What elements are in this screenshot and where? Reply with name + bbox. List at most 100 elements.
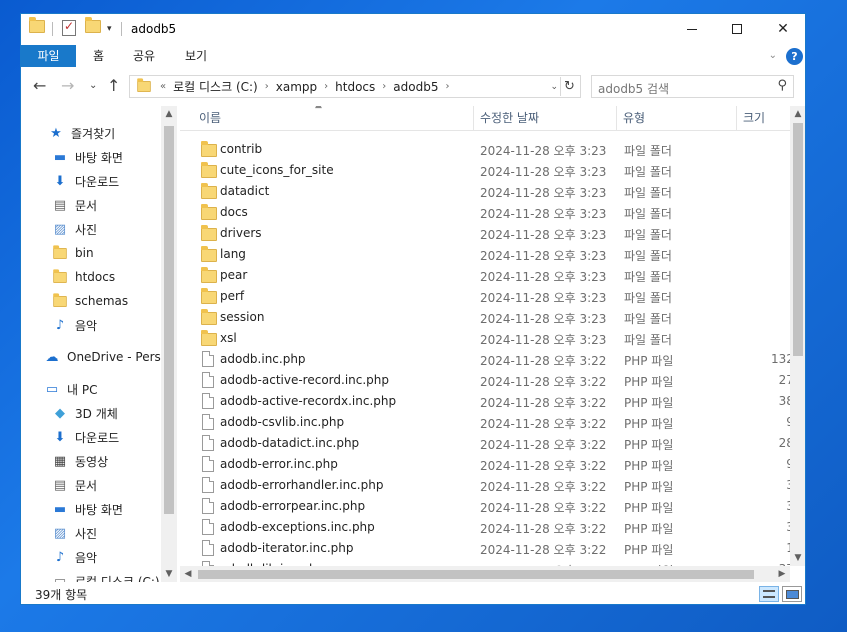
file-modified: 2024-11-28 오후 3:23 <box>480 333 607 347</box>
quick-access-dropdown-icon[interactable]: ▾ <box>107 24 112 34</box>
help-icon[interactable]: ? <box>786 48 803 65</box>
file-row[interactable]: adodb-errorhandler.inc.php 2024-11-28 오후 … <box>180 475 790 496</box>
sidebar-item[interactable]: ▭ 내 PC <box>21 378 176 400</box>
file-modified: 2024-11-28 오후 3:23 <box>480 249 607 263</box>
file-name: docs <box>220 205 248 219</box>
file-row[interactable]: adodb-csvlib.inc.php 2024-11-28 오후 3:22 PH… <box>180 412 790 433</box>
breadcrumb-separator-icon[interactable]: › <box>382 81 386 92</box>
address-dropdown-icon[interactable]: ⌄ <box>550 82 558 92</box>
sidebar-item[interactable]: ☁ OneDrive - Person <box>21 346 176 368</box>
desktop-icon: ▬ <box>53 149 67 165</box>
file-row[interactable]: adodb-error.inc.php 2024-11-28 오후 3:22 PHP… <box>180 454 790 475</box>
navigation-pane-scrollbar[interactable]: ▲ ▼ <box>161 106 177 582</box>
php-file-icon <box>202 477 214 493</box>
file-list-scrollbar[interactable]: ▲ ▼ <box>790 106 805 566</box>
sidebar-item[interactable]: ▬바탕 화면📌 <box>21 146 176 168</box>
sidebar-item[interactable]: ♪ 음악 <box>21 314 176 336</box>
breadcrumb-separator-icon[interactable]: › <box>445 81 449 92</box>
minimize-button[interactable] <box>669 14 715 44</box>
scroll-up-icon[interactable]: ▲ <box>161 106 177 122</box>
tab-file[interactable]: 파일 <box>21 45 76 67</box>
breadcrumb-adodb5[interactable]: adodb5 <box>393 80 438 94</box>
breadcrumb-separator-icon[interactable]: › <box>324 81 328 92</box>
large-icons-view-button[interactable] <box>782 586 802 602</box>
scroll-up-icon[interactable]: ▲ <box>790 106 805 122</box>
ribbon-tabs: 파일 홈 공유 보기 ⌄ ? <box>21 45 805 67</box>
sidebar-item[interactable]: ⬇ 다운로드 <box>21 426 176 448</box>
recent-locations-button[interactable]: ⌄ <box>89 80 97 91</box>
scroll-down-icon[interactable]: ▼ <box>161 566 177 582</box>
expand-ribbon-icon[interactable]: ⌄ <box>769 50 777 61</box>
scroll-left-icon[interactable]: ◀ <box>180 566 196 582</box>
sidebar-item[interactable]: ⬇다운로드📌 <box>21 170 176 192</box>
column-type[interactable]: 유형 <box>617 106 737 131</box>
file-row[interactable]: adodb-active-recordx.inc.php 2024-11-28 오… <box>180 391 790 412</box>
column-size[interactable]: 크기 <box>737 106 790 131</box>
folder-row[interactable]: contrib 2024-11-28 오후 3:23 파일 폴더 <box>180 139 790 160</box>
folder-row[interactable]: perf 2024-11-28 오후 3:23 파일 폴더 <box>180 286 790 307</box>
folder-row[interactable]: lang 2024-11-28 오후 3:23 파일 폴더 <box>180 244 790 265</box>
maximize-button[interactable] <box>714 14 760 44</box>
sidebar-item[interactable]: ▦ 동영상 <box>21 450 176 472</box>
search-input[interactable]: adodb5 검색 ⚲ <box>591 75 794 98</box>
sidebar-item[interactable]: ▨사진📌 <box>21 218 176 240</box>
file-row[interactable]: adodb-exceptions.inc.php 2024-11-28 오후 3:… <box>180 517 790 538</box>
sidebar-item[interactable]: ▨ 사진 <box>21 522 176 544</box>
overflow-icon[interactable]: « <box>160 81 166 92</box>
search-icon[interactable]: ⚲ <box>777 78 787 93</box>
tab-view[interactable]: 보기 <box>171 45 221 67</box>
folder-row[interactable]: drivers 2024-11-28 오후 3:23 파일 폴더 <box>180 223 790 244</box>
sidebar-item[interactable]: htdocs <box>21 266 176 288</box>
file-size: 27KB <box>778 373 790 387</box>
horizontal-scrollbar[interactable]: ◀ ▶ <box>180 566 790 582</box>
tab-share[interactable]: 공유 <box>119 45 169 67</box>
column-name[interactable]: 이름 <box>193 106 474 131</box>
close-button[interactable]: ✕ <box>760 14 805 44</box>
file-row[interactable]: adodb-datadict.inc.php 2024-11-28 오후 3:22… <box>180 433 790 454</box>
file-row[interactable]: adodb-lib.inc.php2024-11-28 오후 3:22PHP 파… <box>180 559 790 566</box>
column-modified[interactable]: 수정한 날짜 <box>474 106 617 131</box>
sidebar-item[interactable]: ▤문서📌 <box>21 194 176 216</box>
up-button[interactable]: ↑ <box>107 76 120 95</box>
folder-row[interactable]: session 2024-11-28 오후 3:23 파일 폴더 <box>180 307 790 328</box>
file-row[interactable]: adodb-active-record.inc.php 2024-11-28 오후… <box>180 370 790 391</box>
sidebar-item[interactable]: bin <box>21 242 176 264</box>
breadcrumb-local-disk[interactable]: 로컬 디스크 (C:) <box>173 78 258 95</box>
tab-home[interactable]: 홈 <box>79 45 118 67</box>
sidebar-item[interactable]: ▤ 문서 <box>21 474 176 496</box>
pictures-icon: ▨ <box>53 525 67 541</box>
file-row[interactable]: adodb-errorpear.inc.php 2024-11-28 오후 3:2… <box>180 496 790 517</box>
folder-row[interactable]: docs 2024-11-28 오후 3:23 파일 폴더 <box>180 202 790 223</box>
scroll-right-icon[interactable]: ▶ <box>774 566 790 582</box>
folder-row[interactable]: pear 2024-11-28 오후 3:23 파일 폴더 <box>180 265 790 286</box>
folder-row[interactable]: xsl 2024-11-28 오후 3:23 파일 폴더 <box>180 328 790 349</box>
file-row[interactable]: adodb.inc.php 2024-11-28 오후 3:22 PHP 파일 132… <box>180 349 790 370</box>
breadcrumb-separator-icon[interactable]: › <box>265 81 269 92</box>
breadcrumb-xampp[interactable]: xampp <box>276 80 317 94</box>
sidebar-item[interactable]: ♪ 음악 <box>21 546 176 568</box>
scrollbar-thumb[interactable] <box>793 123 803 356</box>
address-bar[interactable]: « 로컬 디스크 (C:) › xampp › htdocs › adodb5 … <box>129 75 581 98</box>
sidebar-item[interactable]: ★ 즐겨찾기 <box>21 122 176 144</box>
details-view-button[interactable] <box>759 586 779 602</box>
file-name: adodb-datadict.inc.php <box>220 436 360 450</box>
file-row[interactable]: adodb-iterator.inc.php 2024-11-28 오후 3:22… <box>180 538 790 559</box>
sidebar-item[interactable]: schemas <box>21 290 176 312</box>
sidebar-item[interactable]: ◆ 3D 개체 <box>21 402 176 424</box>
sidebar-item[interactable]: ▬ 바탕 화면 <box>21 498 176 520</box>
refresh-button[interactable]: ↻ <box>560 77 578 96</box>
properties-icon[interactable] <box>62 19 76 38</box>
status-bar: 39개 항목 <box>21 583 805 604</box>
sidebar-item[interactable]: ▭ 로컬 디스크 (C:) <box>21 570 176 583</box>
back-button[interactable]: ← <box>33 76 46 95</box>
php-file-icon <box>202 393 214 409</box>
forward-button[interactable]: → <box>61 76 74 95</box>
scrollbar-thumb[interactable] <box>198 570 754 579</box>
scroll-down-icon[interactable]: ▼ <box>790 550 805 566</box>
file-size: 1KB <box>740 541 790 555</box>
folder-row[interactable]: datadict 2024-11-28 오후 3:23 파일 폴더 <box>180 181 790 202</box>
folder-row[interactable]: cute_icons_for_site 2024-11-28 오후 3:23 파일 … <box>180 160 790 181</box>
breadcrumb-htdocs[interactable]: htdocs <box>335 80 375 94</box>
new-folder-icon[interactable] <box>85 17 101 38</box>
scrollbar-thumb[interactable] <box>164 126 174 514</box>
